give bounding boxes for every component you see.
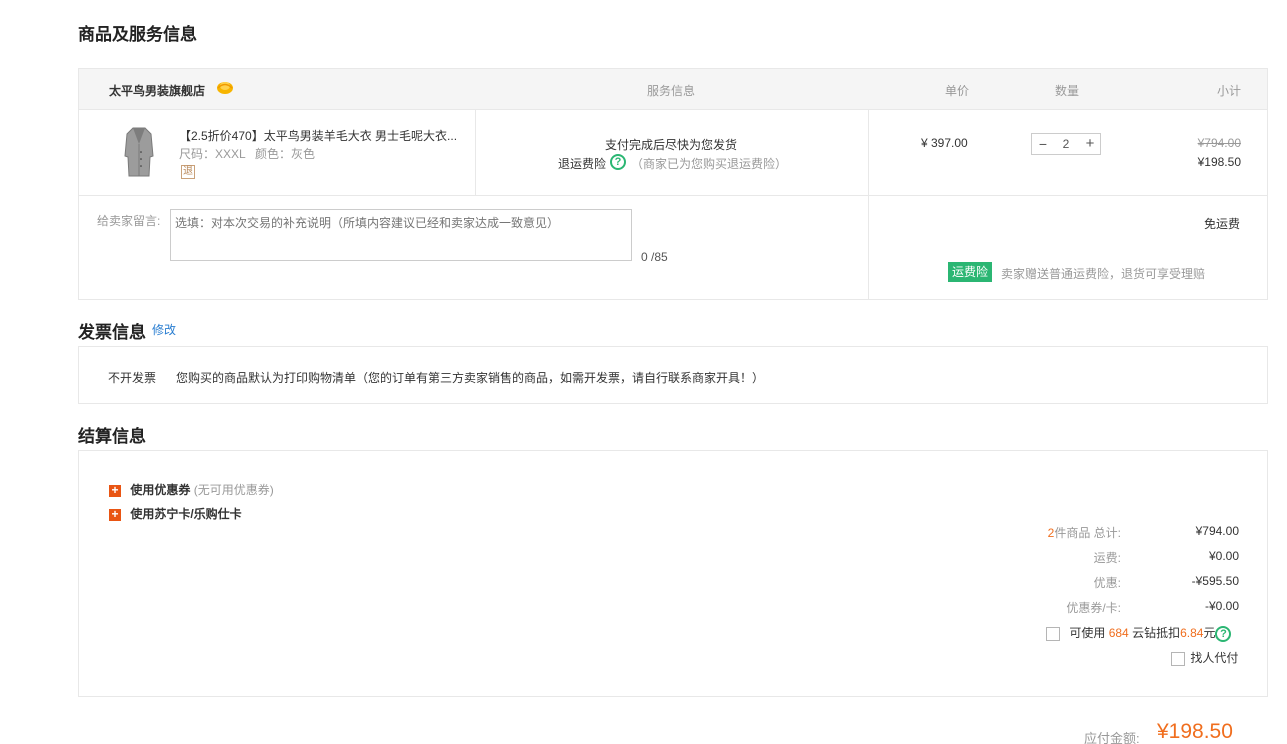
divider — [868, 110, 869, 195]
insurance-text: 卖家赠送普通运费险，退货可享受理赔 — [1001, 267, 1206, 281]
product-name[interactable]: 【2.5折价470】太平鸟男装羊毛大衣 男士毛呢大衣... — [179, 127, 457, 144]
original-subtotal: ¥794.00 — [1197, 136, 1241, 150]
quantity-stepper: − 2 + — [1031, 133, 1101, 155]
invoice-box: 不开发票 您购买的商品默认为打印购物清单（您的订单有第三方卖家销售的商品，如需开… — [78, 346, 1268, 404]
insurance-tag: 运费险 — [948, 262, 993, 282]
proxy-pay-checkbox[interactable] — [1171, 651, 1185, 666]
header-unit-price: 单价 — [945, 84, 970, 98]
yunzuan-mid: 云钻抵扣 — [1132, 626, 1181, 640]
settlement-box: + 使用优惠券 (无可用优惠券) + 使用苏宁卡/乐购仕卡 2件商品 总计: ¥… — [78, 450, 1268, 697]
card-label: 使用苏宁卡/乐购仕卡 — [130, 507, 242, 521]
invoice-edit-link[interactable]: 修改 — [152, 321, 176, 338]
proxy-pay-label: 找人代付 — [1190, 651, 1239, 665]
yunzuan-row: 可使用 684 云钻抵扣6.84元? — [1046, 624, 1232, 642]
product-size: 尺码：XXXL — [179, 147, 246, 161]
question-icon[interactable]: ? — [1215, 625, 1232, 642]
shipping-label: 运费: — [1093, 551, 1121, 565]
coupon-card-value: -¥0.00 — [1204, 599, 1239, 613]
quantity-value[interactable]: 2 — [1056, 137, 1076, 151]
card-toggle[interactable]: + 使用苏宁卡/乐购仕卡 — [109, 505, 242, 522]
message-input[interactable] — [170, 209, 632, 261]
invoice-section-title: 发票信息 — [78, 323, 146, 342]
header-quantity: 数量 — [1055, 84, 1080, 98]
unit-price: ¥ 397.00 — [921, 136, 968, 150]
payable-value: ¥198.50 — [1157, 720, 1233, 743]
question-icon[interactable]: ? — [610, 154, 626, 170]
items-total-value: ¥794.00 — [1195, 524, 1239, 538]
discount-value: -¥595.50 — [1191, 574, 1239, 588]
settlement-section-title: 结算信息 — [78, 427, 146, 446]
goods-header: 太平鸟男装旗舰店 服务信息 单价 数量 小计 — [79, 69, 1267, 110]
coupon-card-label: 优惠券/卡: — [1066, 601, 1121, 615]
payable-label: 应付金额: — [1084, 731, 1140, 744]
quantity-plus-button[interactable]: + — [1083, 135, 1097, 152]
coupon-note: (无可用优惠券) — [193, 483, 274, 497]
yunzuan-value: 6.84 — [1180, 626, 1204, 640]
message-label: 给卖家留言: — [97, 214, 161, 228]
items-total-label: 2件商品 总计: — [1019, 524, 1121, 541]
yunzuan-pre: 可使用 — [1069, 626, 1106, 640]
divider — [868, 196, 869, 300]
invoice-note: 您购买的商品默认为打印购物清单（您的订单有第三方卖家销售的商品，如需开发票，请自… — [176, 371, 765, 385]
header-service: 服务信息 — [647, 84, 696, 98]
invoice-type: 不开发票 — [108, 371, 157, 385]
coupon-label: 使用优惠券 — [130, 483, 191, 497]
shipping-value: ¥0.00 — [1208, 549, 1239, 563]
header-subtotal: 小计 — [1217, 84, 1242, 98]
service-insurance: 退运费险 — [558, 157, 607, 171]
goods-section-title: 商品及服务信息 — [78, 25, 197, 44]
subtotal: ¥198.50 — [1197, 155, 1241, 169]
yunzuan-unit: 元 — [1203, 626, 1216, 640]
discount-label: 优惠: — [1093, 576, 1121, 590]
shop-badge-icon — [215, 79, 235, 95]
plus-icon: + — [109, 508, 121, 521]
proxy-pay-row: 找人代付 — [1171, 649, 1238, 666]
message-counter: 0 /85 — [641, 250, 668, 264]
items-total-text: 件商品 总计: — [1054, 526, 1121, 540]
yunzuan-amount: 684 — [1108, 626, 1129, 640]
service-delivery: 支付完成后尽快为您发货 — [605, 138, 738, 152]
quantity-minus-button[interactable]: − — [1036, 136, 1050, 152]
plus-icon: + — [109, 484, 121, 497]
service-insurance-note: （商家已为您购买退运费险） — [631, 157, 788, 171]
divider — [475, 110, 476, 195]
coupon-toggle[interactable]: + 使用优惠券 (无可用优惠券) — [109, 481, 274, 498]
return-badge: 退 — [181, 165, 195, 179]
goods-box: 太平鸟男装旗舰店 服务信息 单价 数量 小计 【2.5折价470】太平鸟男装羊毛… — [78, 68, 1268, 300]
free-shipping-label: 免运费 — [1204, 217, 1241, 231]
product-image[interactable] — [123, 126, 155, 182]
product-color: 颜色：灰色 — [255, 147, 316, 161]
product-row: 【2.5折价470】太平鸟男装羊毛大衣 男士毛呢大衣... 尺码：XXXL 颜色… — [79, 110, 1267, 196]
yunzuan-checkbox[interactable] — [1046, 626, 1060, 641]
shop-name[interactable]: 太平鸟男装旗舰店 — [109, 82, 205, 99]
